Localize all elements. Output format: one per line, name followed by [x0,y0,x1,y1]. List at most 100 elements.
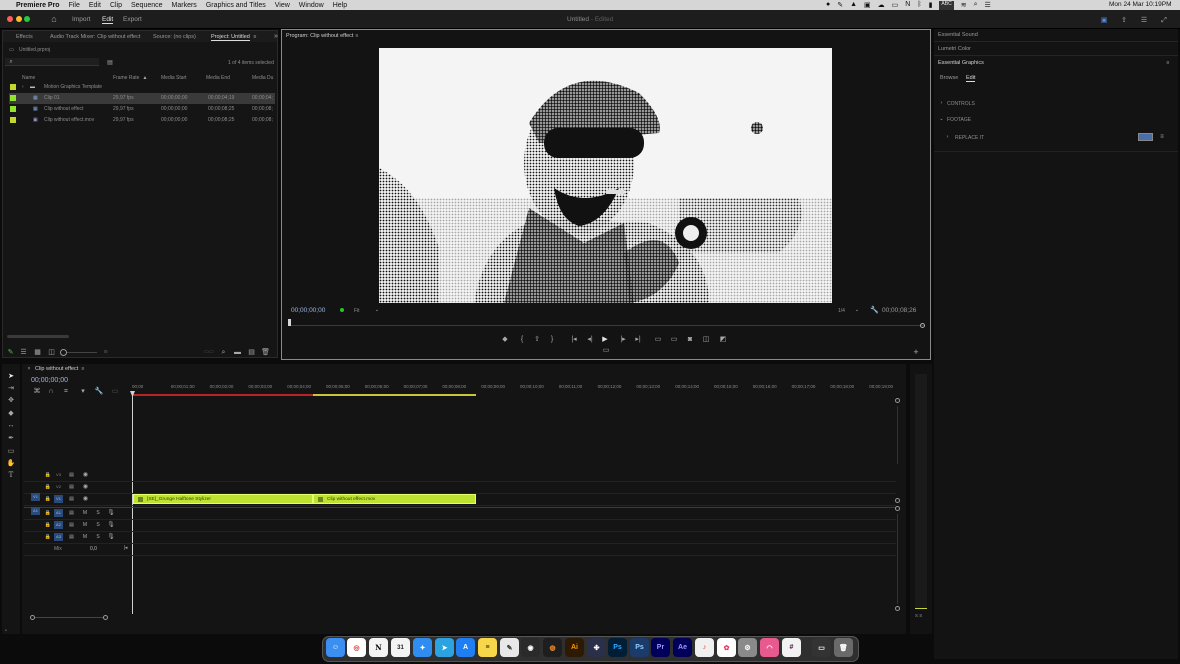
pencil-icon[interactable]: ✎ [7,349,14,356]
dock-screen-icon[interactable]: ▭ [812,638,831,657]
zoom-slider-track[interactable] [67,352,97,353]
project-row-clip01[interactable]: ▦ Clip 01 29,97 fps 00;00;00;00 00;00;04… [9,93,275,104]
program-scrubber-track[interactable] [288,325,924,326]
menu-graphics[interactable]: Graphics and Titles [206,2,266,9]
menu-markers[interactable]: Markers [172,2,197,9]
sort-ascending-icon[interactable]: ▲ [142,75,148,81]
comparison-view-icon[interactable]: ◫ [702,335,710,343]
go-to-in-icon[interactable]: |◂ [570,335,578,343]
home-icon[interactable]: ⌂ [49,14,59,24]
project-row-clip-without-effect[interactable]: ▦ Clip without effect 29,97 fps 00;00;00… [9,104,275,115]
program-panel-menu-icon[interactable]: ≡ [354,33,360,39]
mix-volume-value[interactable]: 0,0 [90,546,97,552]
step-forward-icon[interactable]: |▸ [619,335,627,343]
share-icon[interactable]: ⇪ [1119,15,1129,25]
program-tab[interactable]: Program: Clip without effect [286,33,353,39]
trash-icon[interactable]: 🗑 [261,349,270,356]
track-select-tool-icon[interactable]: ⇥ [6,383,16,393]
column-media-end[interactable]: Media End [206,75,230,81]
menu-clip[interactable]: Clip [110,2,122,9]
workspaces-icon[interactable]: ▣ [1099,15,1109,25]
track-label-a2[interactable]: A2 [54,521,63,529]
keyboard-badge[interactable]: ABC [939,1,954,10]
program-playhead[interactable] [288,319,291,326]
menu-app-name[interactable]: Premiere Pro [16,2,60,9]
nav-export[interactable]: Export [123,16,142,23]
lift-icon[interactable]: ▭ [654,335,662,343]
track-label-v2[interactable]: V2 [54,483,63,491]
cloud-icon[interactable]: ☁ [878,1,885,10]
dock-chrome-icon[interactable]: ◎ [347,638,366,657]
edit-tab[interactable]: Edit [966,75,976,82]
sync-lock-icon[interactable]: ▤ [68,534,75,540]
chevron-right-icon[interactable]: › [945,134,950,140]
icon-view-icon[interactable]: ▦ [34,349,41,356]
horizontal-zoom-handle-right[interactable] [103,615,108,620]
sort-icon[interactable]: ≡ [102,349,109,356]
label-color-swatch[interactable] [10,95,16,101]
microphone-icon[interactable]: 🎙 [107,509,115,516]
lumetri-color-tab[interactable]: Lumetri Color [938,46,971,52]
timeline-clip-mov[interactable]: Clip without effect.mov [313,494,476,504]
menubar-clock[interactable]: Mon 24 Mar 10:19PM [1109,1,1172,8]
column-media-duration[interactable]: Media Du [252,75,273,81]
clear-in-out-icon[interactable]: ⇧ [533,335,541,343]
track-label-a1[interactable]: A1 [54,509,63,517]
mute-icon[interactable]: M [82,522,88,528]
dock-photoshop-icon[interactable]: Ps [608,638,627,657]
chevron-down-icon[interactable]: ⌄ [374,308,380,313]
dock-music-icon[interactable]: ♪ [695,638,714,657]
solo-icon[interactable]: S [95,522,101,528]
screen-icon[interactable]: ▣ [864,1,871,10]
mute-icon[interactable]: M [82,534,88,540]
search-icon[interactable]: ⌕ [974,1,978,10]
background-tasks-icon[interactable]: ◔ [2,628,9,635]
disclosure-triangle-icon[interactable]: › [22,84,24,90]
meter-solo-labels[interactable]: S S [915,613,922,618]
snap-icon[interactable]: ∩ [47,387,55,395]
battery-icon[interactable]: ▮ [929,1,933,10]
ripple-edit-tool-icon[interactable]: ✥ [6,395,16,405]
notion-icon[interactable]: N [905,1,910,10]
dock-slack-icon[interactable]: # [782,638,801,657]
track-label-a3[interactable]: A3 [54,533,63,541]
column-frame-rate[interactable]: Frame Rate [113,75,139,81]
eye-icon[interactable]: ◉ [82,472,89,478]
timeline-timecode[interactable]: 00;00;00;00 [31,377,68,384]
replace-it-item[interactable]: REPLACE IT [955,135,984,141]
zoom-window-button[interactable] [24,16,30,22]
search-input[interactable]: ⌕ [5,58,99,66]
sequence-tab[interactable]: Clip without effect [35,366,78,372]
linked-selection-icon[interactable]: ⌗ [62,387,70,395]
captions-icon[interactable]: ▭ [111,387,119,395]
sync-lock-icon[interactable]: ▤ [68,472,75,478]
browse-tab[interactable]: Browse [940,75,958,81]
lock-icon[interactable]: 🔒 [45,472,51,478]
new-item-icon[interactable]: ▤ [248,349,255,356]
project-row-mogrt[interactable]: › ▬ Motion Graphics Template [9,82,275,93]
resolution-dropdown[interactable]: 1/4 [838,308,845,314]
dock-notes-icon[interactable]: ≡ [478,638,497,657]
essential-sound-tab[interactable]: Essential Sound [938,32,978,38]
dock-safari-icon[interactable]: ✦ [413,638,432,657]
tab-source[interactable]: Source: (no clips) [153,34,196,40]
dock-telegram-icon[interactable]: ➤ [435,638,454,657]
column-name[interactable]: Name [22,75,35,81]
program-video-frame[interactable] [379,48,832,303]
razor-tool-icon[interactable]: ◆ [6,408,16,418]
chevron-down-icon[interactable]: ⌄ [854,308,860,313]
microphone-icon[interactable]: 🎙 [107,521,115,528]
sync-lock-icon[interactable]: ▤ [68,496,75,502]
track-label-v3[interactable]: V3 [54,471,63,479]
dock-sonar-icon[interactable]: ◉ [521,638,540,657]
timeline-settings-icon[interactable]: 🔧 [95,387,104,395]
sync-lock-icon[interactable]: ▤ [68,484,75,490]
vertical-scroll-handle-audio[interactable] [895,506,900,511]
rectangle-tool-icon[interactable]: ▭ [6,446,16,456]
pen-icon[interactable]: ✎ [837,1,843,10]
dock-illustrator-icon[interactable]: Ai [565,638,584,657]
dock-notion-icon[interactable]: N [369,638,388,657]
wifi-icon[interactable]: ≋ [961,1,967,10]
menu-window[interactable]: Window [299,2,324,9]
lock-icon[interactable]: 🔒 [45,496,51,502]
